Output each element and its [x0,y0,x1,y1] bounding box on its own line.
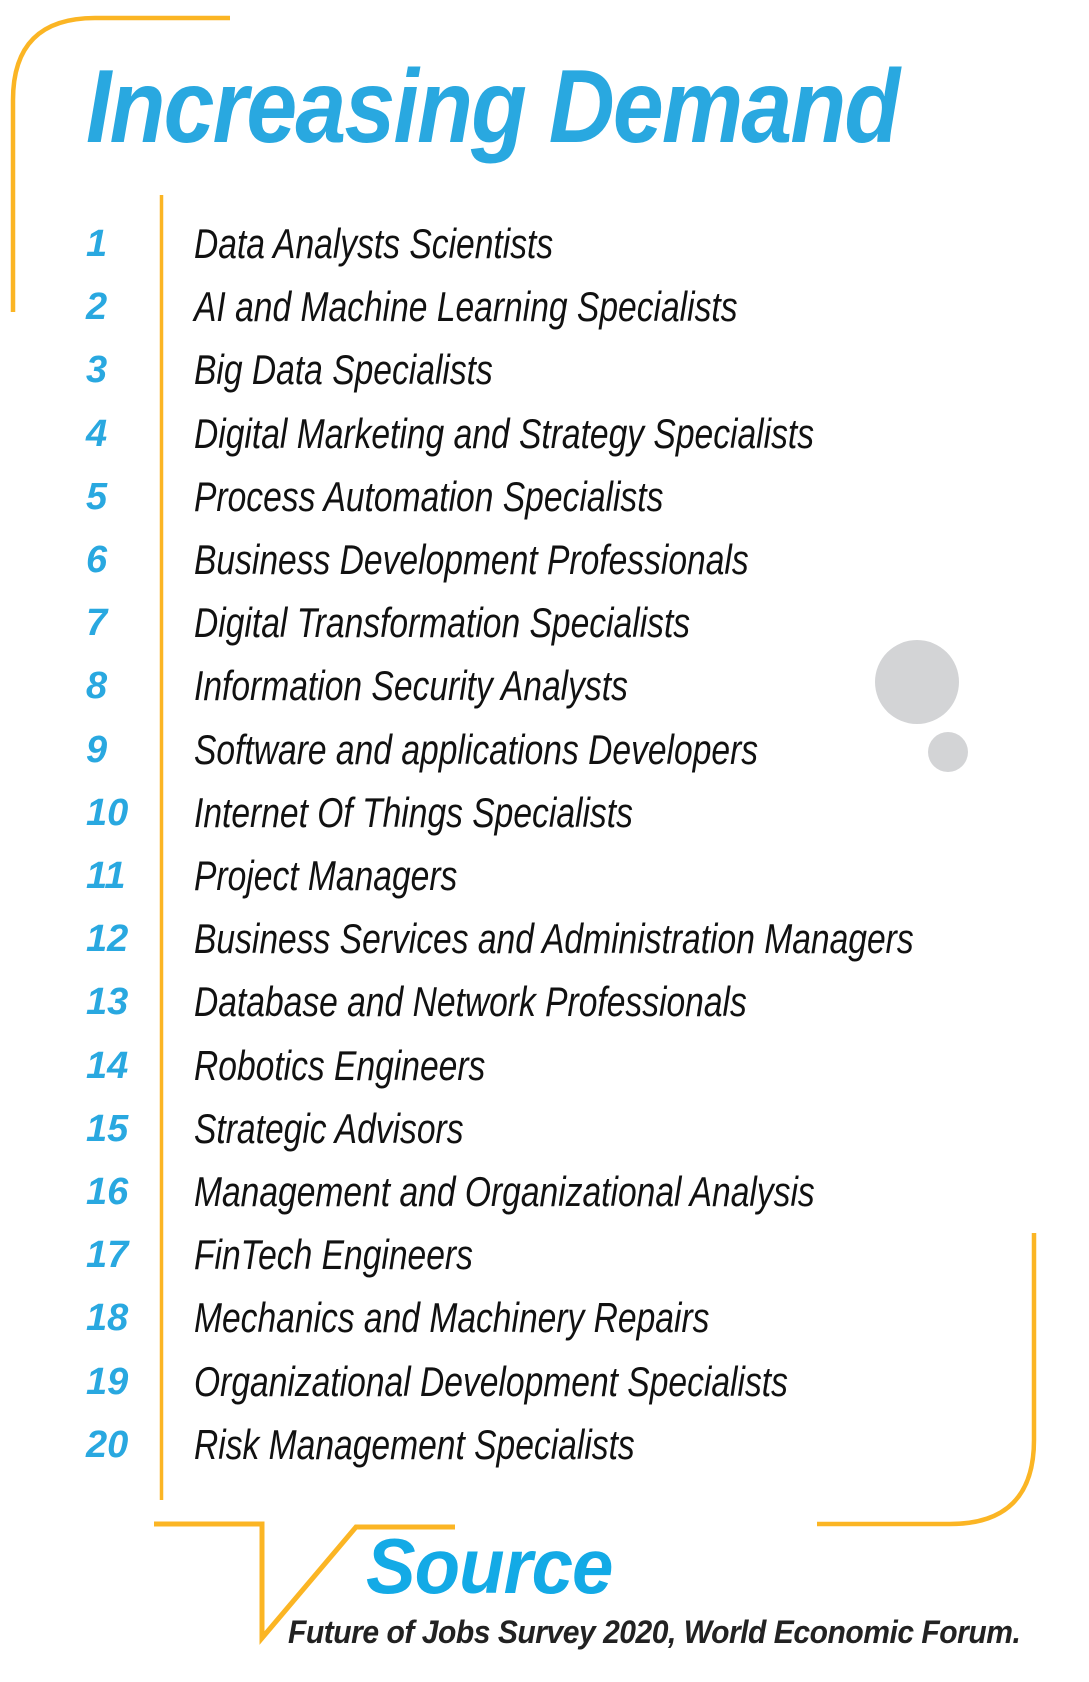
list-item: 7 Digital Transformation Specialists [0,599,1060,662]
rank-number: 13 [86,981,129,1024]
list-item: 5 Process Automation Specialists [0,473,1060,536]
rank-number: 19 [86,1360,129,1403]
rank-number: 6 [86,539,108,581]
list-item: 3 Big Data Specialists [0,346,1060,409]
job-title: Project Managers [194,852,458,899]
job-title: Software and applications Developers [194,725,759,773]
rank-number: 18 [86,1297,129,1340]
rank-number: 17 [86,1234,129,1277]
job-title: Organizational Development Specialists [194,1357,788,1405]
list-item: 8 Information Security Analysts [0,662,1060,725]
job-title: Strategic Advisors [194,1104,464,1152]
rank-number: 3 [86,349,108,392]
job-title: Management and Organizational Analysis [194,1168,815,1215]
job-title: Risk Management Specialists [194,1420,635,1468]
list-item: 9 Software and applications Developers [0,726,1060,789]
list-item: 14 Robotics Engineers [0,1042,1060,1105]
list-item: 2 AI and Machine Learning Specialists [0,283,1060,346]
job-title: Database and Network Professionals [194,978,747,1026]
job-title: Digital Transformation Specialists [194,599,691,647]
job-title: AI and Machine Learning Specialists [194,283,738,331]
list-item: 15 Strategic Advisors [0,1105,1060,1168]
list-item: 19 Organizational Development Specialists [0,1358,1060,1421]
list-item: 18 Mechanics and Machinery Repairs [0,1294,1060,1357]
rank-number: 12 [86,918,129,961]
rank-number: 14 [86,1044,129,1087]
list-item: 1 Data Analysts Scientists [0,220,1060,283]
list-item: 4 Digital Marketing and Strategy Speciali… [0,410,1060,473]
rank-number: 2 [86,286,108,329]
rank-number: 7 [86,602,108,645]
page-title: Increasing Demand [86,49,900,165]
rank-number: 4 [86,412,108,455]
job-title: Digital Marketing and Strategy Specialis… [194,409,815,457]
job-title: Robotics Engineers [194,1041,486,1089]
job-title: Business Services and Administration Man… [194,915,914,963]
list-item: 10 Internet Of Things Specialists [0,789,1060,852]
rank-number: 8 [86,665,108,708]
list-item: 11 Project Managers [0,852,1060,915]
list-item: 6 Business Development Professionals [0,536,1060,599]
job-title: FinTech Engineers [194,1231,473,1279]
rank-number: 10 [86,791,129,834]
list-item: 13 Database and Network Professionals [0,978,1060,1041]
job-title: Internet Of Things Specialists [194,788,633,836]
source-heading: Source [366,1522,613,1610]
job-title: Information Security Analysts [194,662,628,710]
job-title: Data Analysts Scientists [194,220,554,267]
rank-number: 16 [86,1171,129,1213]
rank-number: 15 [86,1107,129,1150]
job-title: Big Data Specialists [194,346,493,394]
job-title: Process Automation Specialists [194,472,664,520]
rank-number: 20 [86,1423,129,1466]
job-title: Business Development Professionals [194,536,749,583]
rank-number: 5 [86,475,108,518]
list-item: 12 Business Services and Administration M… [0,915,1060,978]
rank-number: 9 [86,728,108,771]
source-citation: Future of Jobs Survey 2020, World Econom… [288,1614,1021,1650]
list-item: 16 Management and Organizational Analysis [0,1168,1060,1231]
list-item: 17 FinTech Engineers [0,1231,1060,1294]
job-title: Mechanics and Machinery Repairs [194,1294,710,1342]
list-item: 20 Risk Management Specialists [0,1421,1060,1484]
rank-number: 1 [86,223,108,265]
rank-number: 11 [86,855,126,897]
